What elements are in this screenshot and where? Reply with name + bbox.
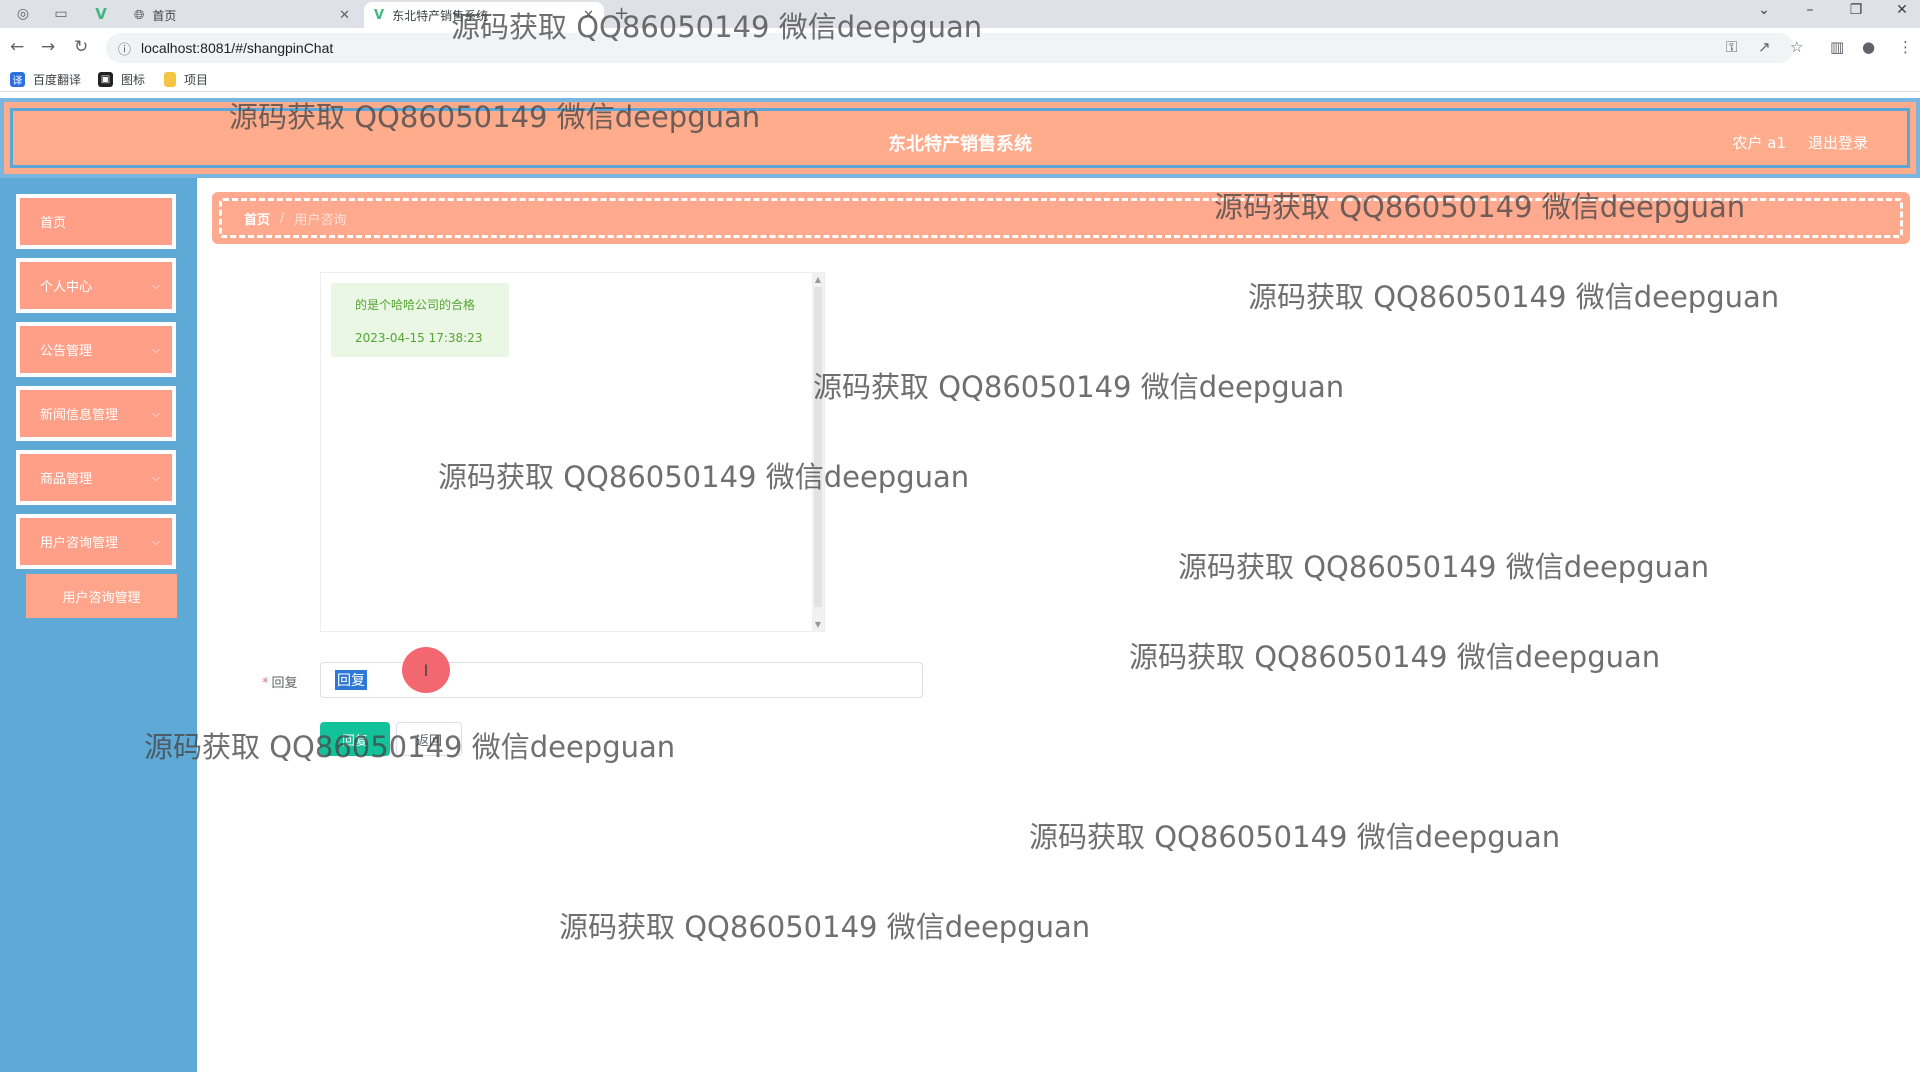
menu-dots-icon[interactable]: ⋮ [1898,38,1913,56]
minimize-icon[interactable]: – [1790,2,1830,18]
scroll-up-icon[interactable]: ▲ [812,275,824,284]
bookmark-label: 百度翻译 [33,73,82,87]
watermark: 源码获取 QQ86050149 微信deepguan [451,10,983,44]
key-icon[interactable]: ⚿ [1726,38,1737,56]
close-window-icon[interactable]: ✕ [1882,2,1920,18]
chevron-down-icon: ⌵ [151,470,160,484]
sidebar: 首页 个人中心 ⌵ 公告管理 ⌵ 新闻信息管理 ⌵ 商品管理 ⌵ 用户咨询管理 … [0,178,197,1072]
vue-icon: V [374,7,385,23]
forward-icon[interactable]: → [41,37,55,57]
folder-icon [164,72,176,87]
sidebar-item-consultation[interactable]: 用户咨询管理 ⌵ [16,514,176,569]
tab-label: 首页 [152,8,177,23]
chat-scrollbar[interactable]: ▲ ▼ [812,273,824,631]
breadcrumb-separator: / [280,210,285,226]
bookmark-projects[interactable]: 项目 [164,71,208,88]
star-icon[interactable]: ☆ [1790,38,1803,56]
watermark: 源码获取 QQ86050149 微信deepguan [1178,550,1710,584]
sidebar-item-label: 个人中心 [40,280,93,295]
sidebar-item-label: 首页 [40,216,67,231]
close-icon[interactable]: ✕ [339,8,350,23]
sidebar-item-home[interactable]: 首页 [16,194,176,249]
restore-icon[interactable]: ❐ [1836,2,1876,18]
current-user: 农户 a1 [1732,134,1786,152]
profile-icon[interactable]: ● [1862,38,1875,56]
chevron-down-icon: ⌵ [151,342,160,356]
sidebar-item-products[interactable]: 商品管理 ⌵ [16,450,176,505]
chevron-down-icon: ⌵ [151,278,160,292]
bookmark-baidu-translate[interactable]: 译 百度翻译 [10,71,81,88]
scroll-down-icon[interactable]: ▼ [812,620,824,629]
vue-icon[interactable]: V [84,3,118,25]
chevron-down-icon: ⌵ [151,406,160,420]
watermark: 源码获取 QQ86050149 微信deepguan [1029,820,1561,854]
watermark: 源码获取 QQ86050149 微信deepguan [229,100,761,134]
logout-link[interactable]: 退出登录 [1808,132,1868,153]
chat-message: 的是个哈哈公司的合格 2023-04-15 17:38:23 [331,283,509,357]
info-icon[interactable]: ⓘ [118,39,131,58]
github-icon[interactable]: ◎ [6,3,40,25]
chat-message-time: 2023-04-15 17:38:23 [355,331,483,345]
back-icon[interactable]: ← [10,37,24,57]
watermark: 源码获取 QQ86050149 微信deepguan [144,730,676,764]
url-text: localhost:8081/#/shangpinChat [141,40,334,56]
watermark: 源码获取 QQ86050149 微信deepguan [1248,280,1780,314]
watermark: 源码获取 QQ86050149 微信deepguan [1214,190,1746,224]
bookmark-icons[interactable]: ▣ 图标 [98,71,145,88]
blank-tab-icon[interactable]: ▭ [44,3,78,25]
sidebar-item-label: 商品管理 [40,472,93,487]
scrollbar-thumb[interactable] [814,287,822,607]
breadcrumb-current: 用户咨询 [294,212,347,228]
required-mark: * [262,676,269,691]
watermark: 源码获取 QQ86050149 微信deepguan [813,370,1345,404]
sidebar-toggle-icon[interactable]: ▥ [1830,38,1844,56]
reply-label: * 回复 [262,672,298,691]
image-icon: ▣ [98,72,113,87]
reply-label-text: 回复 [271,676,298,691]
sidebar-item-announcements[interactable]: 公告管理 ⌵ [16,322,176,377]
sidebar-item-label: 新闻信息管理 [40,408,119,423]
chevron-up-icon: ⌵ [151,534,160,548]
tab-search-chevron-icon[interactable]: ⌄ [1744,2,1784,18]
watermark: 源码获取 QQ86050149 微信deepguan [559,910,1091,944]
breadcrumb-home[interactable]: 首页 [244,209,270,228]
chat-history[interactable]: 的是个哈哈公司的合格 2023-04-15 17:38:23 ▲ ▼ [320,272,825,632]
chat-message-text: 的是个哈哈公司的合格 [355,298,476,312]
bookmark-label: 图标 [121,73,146,87]
sidebar-item-news[interactable]: 新闻信息管理 ⌵ [16,386,176,441]
watermark: 源码获取 QQ86050149 微信deepguan [1129,640,1661,674]
reload-icon[interactable]: ↻ [74,37,88,57]
sidebar-subitem-consultation[interactable]: 用户咨询管理 [26,574,177,618]
share-icon[interactable]: ↗ [1758,38,1771,56]
bookmark-label: 项目 [184,73,209,87]
tab-home[interactable]: 🌐︎ 首页 ✕ [124,2,360,28]
sidebar-item-label: 用户咨询管理 [40,536,119,551]
globe-icon: 🌐︎ [134,7,145,23]
translate-icon: 译 [10,72,25,87]
watermark: 源码获取 QQ86050149 微信deepguan [438,460,970,494]
sidebar-item-personal-center[interactable]: 个人中心 ⌵ [16,258,176,313]
text-cursor-icon: I [402,647,450,693]
bookmarks-bar: 译 百度翻译 ▣ 图标 项目 [0,68,1920,92]
sidebar-item-label: 公告管理 [40,344,93,359]
